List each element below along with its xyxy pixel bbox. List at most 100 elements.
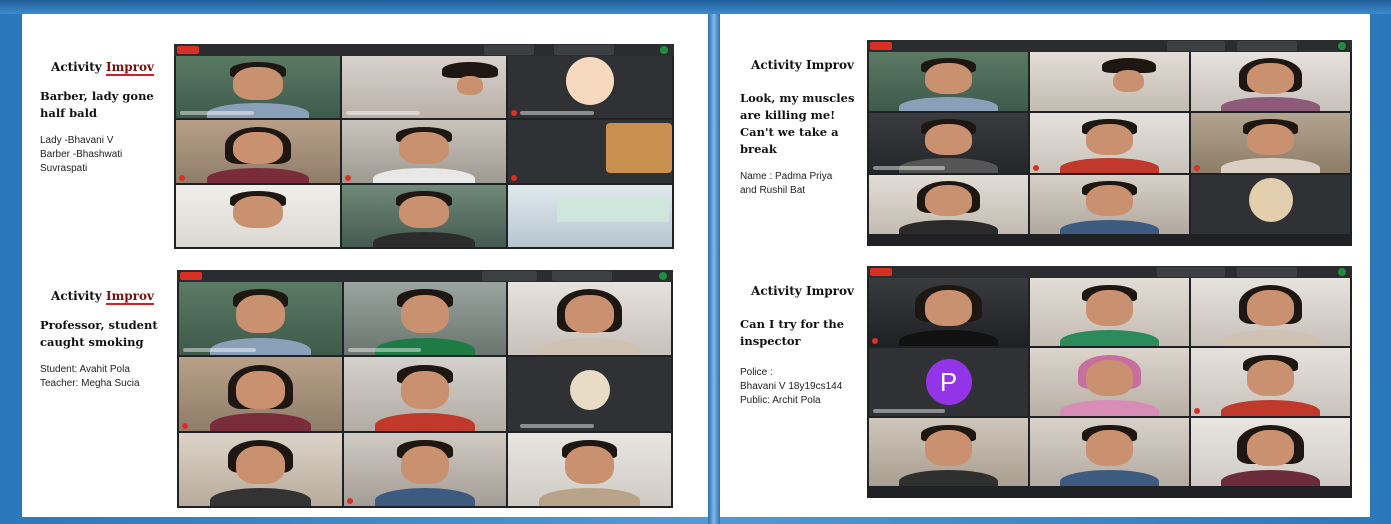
- participant-tile[interactable]: [508, 357, 671, 431]
- self-view-icon[interactable]: [660, 46, 668, 54]
- meet-window-2: [177, 270, 673, 508]
- meet-topbar: [174, 44, 674, 56]
- time-chip: [552, 271, 612, 281]
- cast-line: Name : Padma Priya: [740, 171, 833, 182]
- participant-tile[interactable]: [508, 184, 672, 247]
- participant-tile[interactable]: [176, 56, 340, 119]
- participant-tile[interactable]: [1191, 113, 1350, 173]
- meet-topbar: [177, 270, 673, 282]
- cast-line: Barber -Bhashwati: [40, 149, 123, 160]
- meet-topbar: [867, 266, 1352, 278]
- time-chip: [554, 45, 614, 55]
- meeting-chip: [484, 45, 534, 55]
- self-view-icon[interactable]: [1338, 42, 1346, 50]
- cast-line: Public: Archit Pola: [740, 395, 821, 406]
- cast-line: Teacher: Megha Sucia: [40, 378, 140, 389]
- participant-tile[interactable]: [1030, 348, 1189, 416]
- meet-topbar: [867, 40, 1352, 52]
- cast-line: and Rushil Bat: [740, 185, 806, 196]
- avatar-circle: [569, 369, 610, 410]
- self-view-icon[interactable]: [659, 272, 667, 280]
- avatar-circle: [566, 57, 614, 106]
- title-prefix: Activity: [751, 284, 802, 298]
- participant-tile[interactable]: [508, 56, 672, 119]
- participant-tile[interactable]: [179, 432, 342, 506]
- title-highlight: Improv: [105, 289, 154, 305]
- activity-label-4: Activity Improv Can I try for the inspec…: [740, 284, 865, 408]
- participant-tile[interactable]: [342, 184, 506, 247]
- cast-line: Student: Avahit Pola: [40, 364, 130, 375]
- recording-icon: [870, 268, 892, 276]
- participant-tile[interactable]: [179, 357, 342, 431]
- participant-tile[interactable]: [1191, 174, 1350, 234]
- participant-grid: [869, 52, 1350, 234]
- participant-tile[interactable]: [508, 120, 672, 183]
- activity-title: Activity Improv: [40, 289, 165, 305]
- title-highlight: Improv: [805, 284, 854, 298]
- participant-tile[interactable]: [1191, 348, 1350, 416]
- scene-text: Can I try for the inspector: [740, 317, 845, 348]
- scene-text: Look, my muscles are killing me! Can't w…: [740, 91, 855, 156]
- participant-grid: P: [869, 278, 1350, 486]
- meeting-chip: [1167, 41, 1225, 51]
- activity-label-3: Activity Improv Look, my muscles are kil…: [740, 58, 865, 198]
- scene-text: Professor, student caught smoking: [40, 318, 158, 349]
- recording-icon: [177, 46, 199, 54]
- participant-tile[interactable]: [508, 432, 671, 506]
- participant-tile[interactable]: [342, 56, 506, 119]
- participant-tile[interactable]: [869, 418, 1028, 486]
- meet-window-3: [867, 40, 1352, 246]
- participant-tile[interactable]: [869, 52, 1028, 112]
- participant-tile[interactable]: [343, 357, 507, 431]
- time-chip: [1237, 267, 1297, 277]
- cast-list: Student: Avahit Pola Teacher: Megha Suci…: [40, 363, 165, 391]
- cast-list: Lady -Bhavani V Barber -Bhashwati Suvras…: [40, 134, 165, 176]
- activity-title: Activity Improv: [740, 284, 865, 298]
- title-highlight: Improv: [105, 60, 154, 76]
- cast-line: Suvraspati: [40, 163, 88, 174]
- title-prefix: Activity: [751, 58, 802, 72]
- right-panel: Activity Improv Look, my muscles are kil…: [720, 14, 1370, 517]
- participant-tile[interactable]: [869, 113, 1028, 173]
- title-highlight: Improv: [805, 58, 854, 72]
- activity-label-2: Activity Improv Professor, student caugh…: [40, 289, 165, 391]
- meet-controls-bar: [867, 236, 1352, 246]
- chat-popup: [557, 197, 669, 223]
- activity-label-1: Activity Improv Barber, lady gone half b…: [40, 60, 165, 176]
- participant-tile[interactable]: [1191, 52, 1350, 112]
- participant-tile[interactable]: [176, 184, 340, 247]
- cast-line: Police :: [740, 367, 773, 378]
- participant-tile[interactable]: [1030, 174, 1189, 234]
- participant-grid: [179, 282, 671, 506]
- participant-tile[interactable]: [342, 120, 506, 183]
- avatar-circle: [1248, 178, 1293, 223]
- participant-tile[interactable]: [1191, 418, 1350, 486]
- meet-window-4: P: [867, 266, 1352, 498]
- meeting-chip: [1157, 267, 1225, 277]
- participant-tile[interactable]: [1030, 278, 1189, 346]
- participant-tile[interactable]: [179, 282, 342, 356]
- scene-text: Barber, lady gone half bald: [40, 89, 154, 120]
- left-panel: Activity Improv Barber, lady gone half b…: [22, 14, 708, 517]
- participant-tile[interactable]: [1030, 52, 1189, 112]
- participant-avatar: P: [925, 359, 972, 405]
- cast-line: Lady -Bhavani V: [40, 135, 114, 146]
- participant-tile[interactable]: [343, 432, 507, 506]
- participant-tile[interactable]: [176, 120, 340, 183]
- self-view-icon[interactable]: [1338, 268, 1346, 276]
- participant-tile[interactable]: [1030, 113, 1189, 173]
- participant-tile[interactable]: [343, 282, 507, 356]
- cast-list: Police : Bhavani V 18y19cs144 Public: Ar…: [740, 366, 865, 408]
- panel-divider: [708, 14, 720, 524]
- participant-tile[interactable]: [1191, 278, 1350, 346]
- participant-tile[interactable]: [869, 174, 1028, 234]
- participant-tile[interactable]: [869, 278, 1028, 346]
- activity-title: Activity Improv: [40, 60, 165, 76]
- recording-icon: [180, 272, 202, 280]
- participant-tile[interactable]: P: [869, 348, 1028, 416]
- participant-tile[interactable]: [1030, 418, 1189, 486]
- time-chip: [1237, 41, 1297, 51]
- participant-tile[interactable]: [508, 282, 671, 356]
- title-prefix: Activity: [51, 289, 102, 303]
- title-prefix: Activity: [51, 60, 102, 74]
